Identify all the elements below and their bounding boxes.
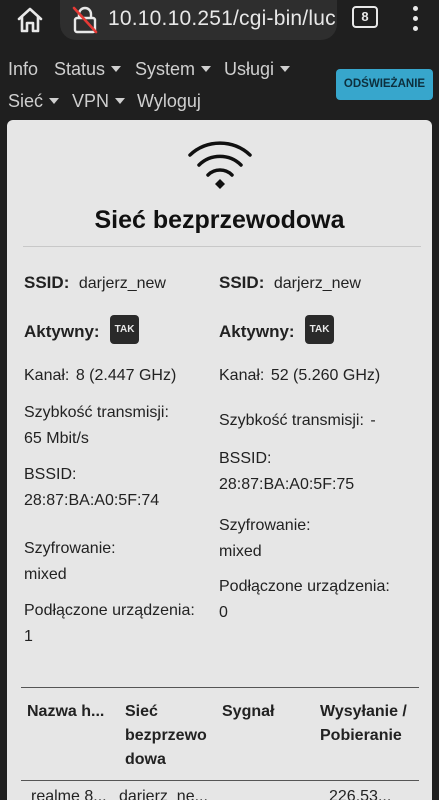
clients-row: Podłączone urządzenia: 1 (24, 602, 195, 645)
chevron-down-icon (49, 98, 60, 104)
ssid-value: darjerz_new (273, 275, 361, 292)
rate-row: Szybkość transmisji: 65 Mbit/s (24, 404, 169, 447)
table-cell-network: darjerz_ne... (119, 788, 208, 800)
encryption-row: Szyfrowanie: mixed (24, 540, 116, 583)
ssid-value: darjerz_new (78, 275, 166, 292)
nav-item-wyloguj[interactable]: Wyloguj (137, 91, 201, 112)
rate-value: - (370, 412, 376, 429)
clients-label: Podłączone urządzenia (219, 578, 386, 595)
browser-toolbar: 10.10.10.251/cgi-bin/luc 8 (0, 0, 439, 46)
main-nav: Info Status System Usługi Sieć VPN Wylog… (0, 46, 439, 120)
channel-value: 52 (5.260 GHz) (270, 367, 381, 384)
chevron-down-icon (201, 66, 212, 72)
overflow-menu-icon[interactable] (407, 4, 423, 32)
divider (23, 246, 421, 247)
ssid-label: SSID (219, 273, 259, 292)
nav-item-info[interactable]: Info (8, 59, 38, 80)
table-header-border (21, 780, 419, 781)
bssid-label: BSSID (219, 450, 268, 467)
active-row: Aktywny: TAK (24, 315, 140, 346)
rate-value: 65 Mbit/s (24, 430, 89, 447)
rate-label: Szybkość transmisji (219, 412, 360, 429)
nav-item-siec[interactable]: Sieć (8, 91, 60, 112)
rate-label: Szybkość transmisji (24, 404, 165, 421)
active-row: Aktywny: TAK (219, 315, 335, 346)
tab-switcher-button[interactable]: 8 (352, 6, 378, 28)
refresh-button[interactable]: ODŚWIEŻANIE (336, 69, 433, 100)
channel-label: Kanał (219, 367, 260, 384)
insecure-lock-icon[interactable] (72, 6, 98, 34)
clients-value: 1 (24, 628, 33, 645)
bssid-row: BSSID: 28:87:BA:A0:5F:74 (24, 466, 160, 509)
nav-item-system[interactable]: System (135, 59, 212, 80)
nav-item-status[interactable]: Status (54, 59, 122, 80)
wifi-icon (187, 138, 253, 190)
rate-row: Szybkość transmisji: - (219, 412, 376, 429)
channel-row: Kanał: 52 (5.260 GHz) (219, 367, 381, 384)
encryption-label: Szyfrowanie (219, 517, 307, 534)
column-header-up-down[interactable]: Wysyłanie / Pobieranie (320, 700, 420, 748)
encryption-row: Szyfrowanie: mixed (219, 517, 311, 560)
encryption-label: Szyfrowanie (24, 540, 112, 557)
channel-row: Kanał: 8 (2.447 GHz) (24, 367, 177, 384)
encryption-value: mixed (219, 543, 262, 560)
encryption-value: mixed (24, 566, 67, 583)
chevron-down-icon (111, 66, 122, 72)
address-bar[interactable]: 10.10.10.251/cgi-bin/luc (60, 0, 337, 40)
bssid-label: BSSID (24, 466, 73, 483)
url-text[interactable]: 10.10.10.251/cgi-bin/luc (108, 7, 336, 31)
table-cell-hostname: realme 8... (31, 788, 107, 800)
chevron-down-icon (280, 66, 291, 72)
bssid-value: 28:87:BA:A0:5F:74 (24, 492, 160, 509)
bssid-row: BSSID: 28:87:BA:A0:5F:75 (219, 450, 355, 493)
nav-item-vpn[interactable]: VPN (72, 91, 126, 112)
column-header-hostname[interactable]: Nazwa h... (27, 700, 119, 724)
active-label: Aktywny (219, 322, 289, 341)
ssid-label: SSID (24, 273, 64, 292)
channel-value: 8 (2.447 GHz) (75, 367, 177, 384)
bssid-value: 28:87:BA:A0:5F:75 (219, 476, 355, 493)
home-icon[interactable] (14, 4, 46, 36)
active-label: Aktywny (24, 322, 94, 341)
column-header-network[interactable]: Sieć bezprzewo dowa (125, 700, 215, 772)
active-badge: TAK (305, 315, 335, 344)
table-cell-traffic: 226.53... (329, 788, 392, 800)
clients-value: 0 (219, 604, 228, 621)
table-top-border (21, 687, 419, 688)
wireless-card: Sieć bezprzewodowa SSID: darjerz_new Akt… (7, 120, 432, 800)
nav-item-uslugi[interactable]: Usługi (224, 59, 291, 80)
card-title: Sieć bezprzewodowa (94, 206, 345, 234)
ssid-row: SSID: darjerz_new (24, 273, 166, 292)
clients-row: Podłączone urządzenia: 0 (219, 578, 390, 621)
ssid-row: SSID: darjerz_new (219, 273, 361, 292)
column-header-signal[interactable]: Sygnał (222, 700, 302, 724)
channel-label: Kanał (24, 367, 65, 384)
chevron-down-icon (115, 98, 126, 104)
active-badge: TAK (110, 315, 140, 344)
clients-label: Podłączone urządzenia (24, 602, 191, 619)
